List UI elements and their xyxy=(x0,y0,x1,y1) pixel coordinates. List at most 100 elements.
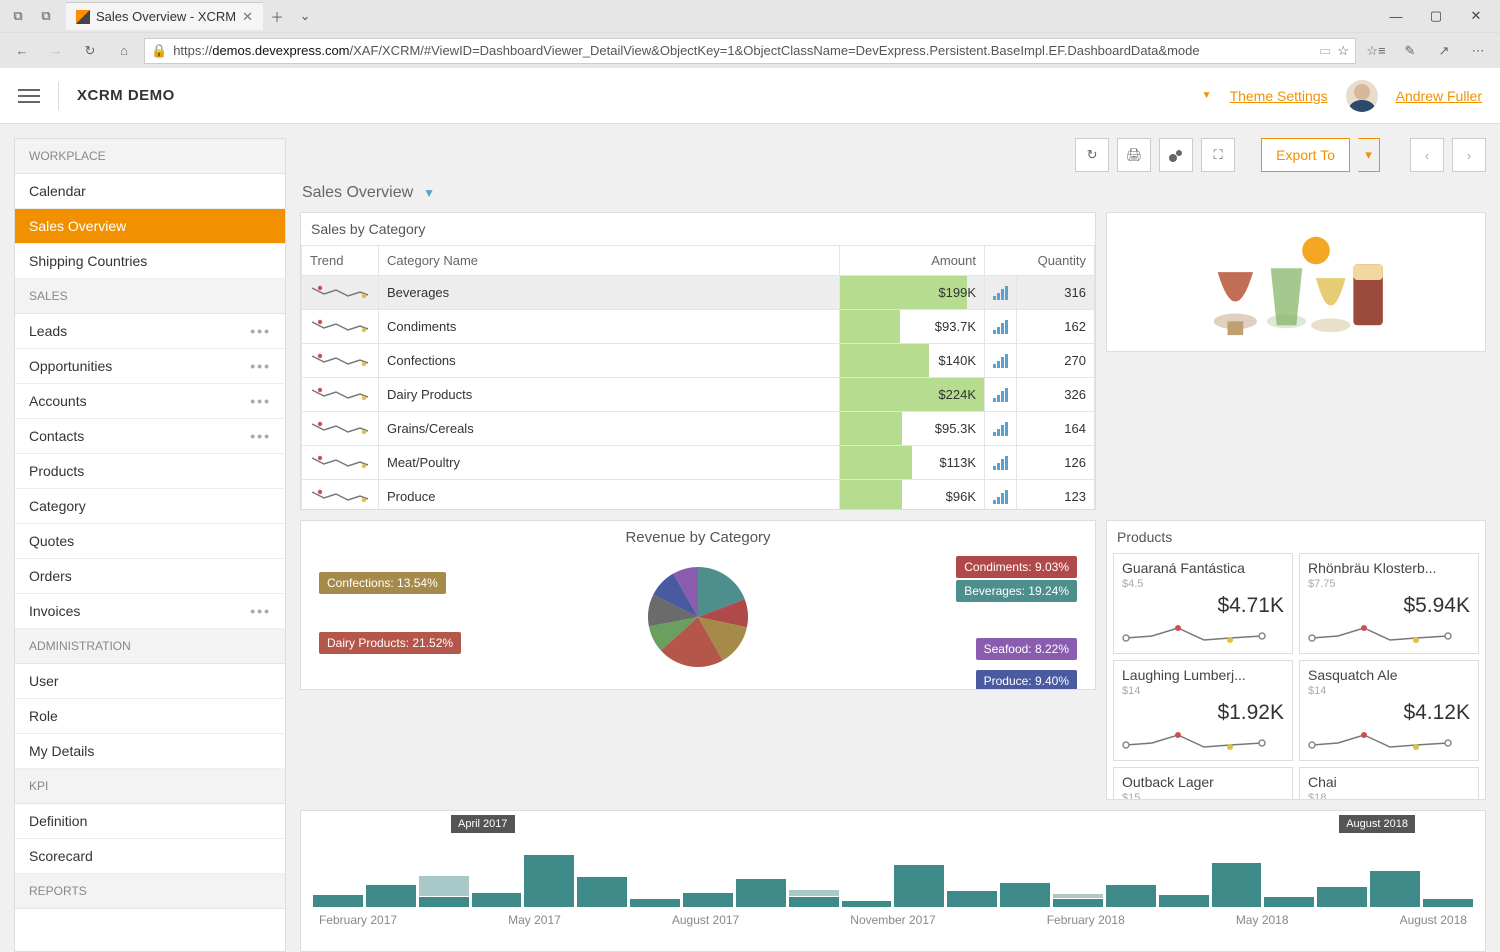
amount-cell: $224K xyxy=(840,378,985,412)
product-card[interactable]: Guaraná Fantástica$4.5$4.71K xyxy=(1113,553,1293,654)
more-icon[interactable]: ••• xyxy=(250,393,271,409)
product-price: $14 xyxy=(1122,685,1284,697)
sidebar-item-label: Calendar xyxy=(29,183,86,199)
sidebar-item[interactable]: Calendar xyxy=(15,174,285,209)
sidebar-item-label: Leads xyxy=(29,323,67,339)
amount-cell: $199K xyxy=(840,276,985,310)
col-quantity[interactable]: Quantity xyxy=(985,246,1095,276)
sidebar-item[interactable]: Quotes xyxy=(15,524,285,559)
sidebar-item[interactable]: Products xyxy=(15,454,285,489)
more-icon[interactable]: ⋯ xyxy=(1464,37,1492,65)
more-icon[interactable]: ••• xyxy=(250,358,271,374)
fullscreen-button[interactable]: ⛶ xyxy=(1201,138,1235,172)
browser-refresh-button[interactable]: ↻ xyxy=(76,37,104,65)
panel-title: Sales by Category xyxy=(301,213,1095,245)
quantity-cell: 126 xyxy=(1017,446,1095,480)
browser-forward-button[interactable]: → xyxy=(42,37,70,65)
sidebar-item[interactable]: My Details xyxy=(15,734,285,769)
sidebar-item[interactable]: User xyxy=(15,664,285,699)
reader-icon[interactable]: ▭ xyxy=(1319,43,1331,59)
tab-chevron-icon[interactable]: ⌄ xyxy=(291,2,319,30)
browser-home-button[interactable]: ⌂ xyxy=(110,37,138,65)
sidebar-item[interactable]: Role xyxy=(15,699,285,734)
sidebar-item[interactable]: Scorecard xyxy=(15,839,285,874)
table-row[interactable]: Confections$140K270 xyxy=(302,344,1095,378)
sidebar-item-label: Definition xyxy=(29,813,87,829)
timeline-bar xyxy=(313,895,363,907)
more-icon[interactable]: ••• xyxy=(250,428,271,444)
timeline-bar xyxy=(683,893,733,907)
theme-settings-link[interactable]: Theme Settings xyxy=(1230,88,1328,104)
sidebar-item[interactable]: Definition xyxy=(15,804,285,839)
sidebar-item[interactable]: Orders xyxy=(15,559,285,594)
filter-icon[interactable]: ▼ xyxy=(423,186,435,200)
sidebar-item[interactable]: Category xyxy=(15,489,285,524)
product-name: Chai xyxy=(1308,774,1470,790)
prev-record-button[interactable]: ‹ xyxy=(1410,138,1444,172)
product-card[interactable]: Laughing Lumberj...$14$1.92K xyxy=(1113,660,1293,761)
timeline-end-marker: August 2018 xyxy=(1339,815,1415,833)
sidebar-item[interactable]: Invoices••• xyxy=(15,594,285,629)
table-row[interactable]: Condiments$93.7K162 xyxy=(302,310,1095,344)
more-icon[interactable]: ••• xyxy=(250,323,271,339)
set-aside-icon[interactable]: ⧉ xyxy=(32,2,60,30)
browser-back-button[interactable]: ← xyxy=(8,37,36,65)
product-card[interactable]: Rhönbräu Klosterb...$7.75$5.94K xyxy=(1299,553,1479,654)
parameters-button[interactable] xyxy=(1159,138,1193,172)
export-dropdown-button[interactable]: ▾ xyxy=(1358,138,1380,172)
export-to-button[interactable]: Export To xyxy=(1261,138,1350,172)
products-panel: Products Guaraná Fantástica$4.5$4.71KRhö… xyxy=(1106,520,1486,800)
menu-toggle-button[interactable] xyxy=(18,85,40,107)
refresh-button[interactable]: ↻ xyxy=(1075,138,1109,172)
sidebar-item[interactable]: Opportunities••• xyxy=(15,349,285,384)
timeline-bar xyxy=(1212,863,1262,907)
product-card[interactable]: Chai$18$10.8K xyxy=(1299,767,1479,800)
user-avatar[interactable] xyxy=(1346,80,1378,112)
panel-title: Revenue by Category xyxy=(617,521,778,554)
table-row[interactable]: Grains/Cereals$95.3K164 xyxy=(302,412,1095,446)
sidebar-item-label: My Details xyxy=(29,743,94,759)
favorite-star-icon[interactable]: ☆ xyxy=(1337,43,1349,59)
timeline-panel[interactable]: April 2017 August 2018 February 2017May … xyxy=(300,810,1486,952)
new-tab-button[interactable]: ＋ xyxy=(263,2,291,30)
sidebar-item[interactable]: Shipping Countries xyxy=(15,244,285,279)
table-row[interactable]: Beverages$199K316 xyxy=(302,276,1095,310)
category-name-cell: Meat/Poultry xyxy=(379,446,840,480)
tab-favicon xyxy=(76,10,90,24)
sidebar-item[interactable]: Leads ••• xyxy=(15,314,285,349)
category-name-cell: Produce xyxy=(379,480,840,511)
window-maximize-button[interactable]: ▢ xyxy=(1416,2,1456,30)
timeline-start-marker: April 2017 xyxy=(451,815,515,833)
window-close-button[interactable]: ✕ xyxy=(1456,2,1496,30)
table-row[interactable]: Produce$96K123 xyxy=(302,480,1095,511)
product-card[interactable]: Outback Lager$15$11.4K xyxy=(1113,767,1293,800)
table-row[interactable]: Meat/Poultry$113K126 xyxy=(302,446,1095,480)
sidebar-item-label: User xyxy=(29,673,59,689)
next-record-button[interactable]: › xyxy=(1452,138,1486,172)
notes-icon[interactable]: ✎ xyxy=(1396,37,1424,65)
theme-caret-icon[interactable]: ▼ xyxy=(1202,90,1212,101)
sidebar-item[interactable]: Accounts••• xyxy=(15,384,285,419)
sidebar-item-label: Contacts xyxy=(29,428,84,444)
favorites-icon[interactable]: ☆≡ xyxy=(1362,37,1390,65)
quantity-bars xyxy=(985,412,1017,446)
export-image-button[interactable]: 🖨 xyxy=(1117,138,1151,172)
sidebar-item[interactable]: Sales Overview xyxy=(15,209,285,244)
restore-pages-icon[interactable]: ⧉ xyxy=(4,2,32,30)
quantity-bars xyxy=(985,344,1017,378)
sidebar-item-label: Orders xyxy=(29,568,72,584)
user-name-link[interactable]: Andrew Fuller xyxy=(1396,88,1482,104)
col-name[interactable]: Category Name xyxy=(379,246,840,276)
share-icon[interactable]: ↗ xyxy=(1430,37,1458,65)
more-icon[interactable]: ••• xyxy=(250,603,271,619)
col-amount[interactable]: Amount xyxy=(840,246,985,276)
table-row[interactable]: Dairy Products$224K326 xyxy=(302,378,1095,412)
window-minimize-button[interactable]: — xyxy=(1376,2,1416,30)
product-card[interactable]: Sasquatch Ale$14$4.12K xyxy=(1299,660,1479,761)
quantity-cell: 164 xyxy=(1017,412,1095,446)
sidebar-item[interactable]: Contacts ••• xyxy=(15,419,285,454)
close-tab-icon[interactable]: ✕ xyxy=(242,9,253,25)
url-input[interactable]: 🔒 https://demos.devexpress.com/XAF/XCRM/… xyxy=(144,38,1356,64)
browser-tab[interactable]: Sales Overview - XCRM ✕ xyxy=(66,2,263,30)
col-trend[interactable]: Trend xyxy=(302,246,379,276)
